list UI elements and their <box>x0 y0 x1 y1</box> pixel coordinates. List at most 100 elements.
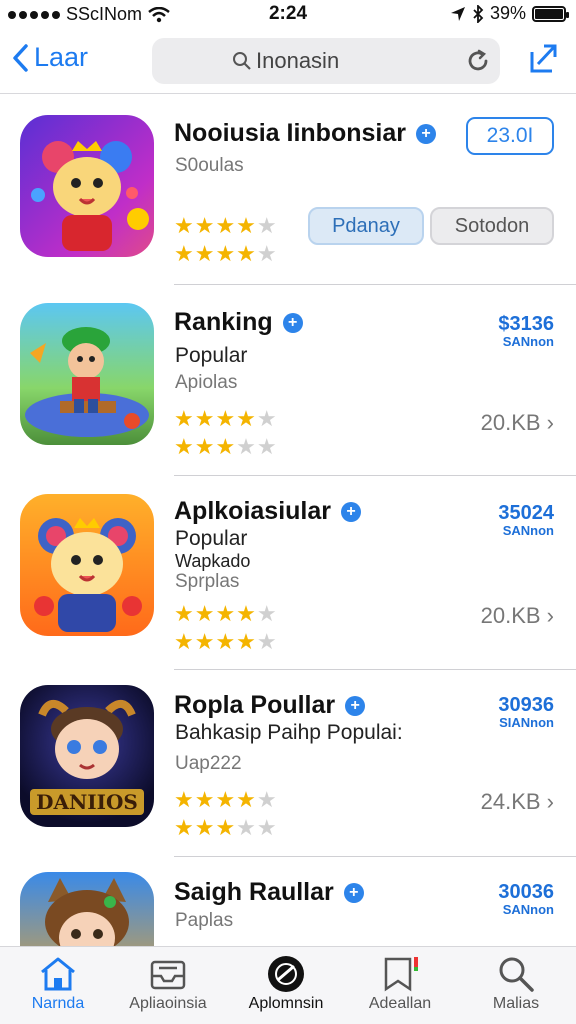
chevron-right-icon: › <box>546 410 554 435</box>
price-note: SANnon <box>502 902 554 917</box>
star-rating: ★★★★★ <box>174 213 278 238</box>
row-divider <box>174 284 576 285</box>
star-rating-secondary: ★★★★★ <box>174 629 278 654</box>
reload-icon[interactable] <box>466 49 490 73</box>
app-title-text: Nooiusia Iinbonsiar <box>174 119 406 147</box>
price-value: $3136 <box>498 313 554 335</box>
app-title-text: Aplkoiasiular <box>174 497 331 525</box>
price-label[interactable]: 35024 SANnon <box>498 503 554 539</box>
svg-text:DANIIOS: DANIIOS <box>36 790 138 814</box>
verified-badge-icon: + <box>282 312 303 333</box>
tab-home[interactable]: Narnda <box>0 953 116 1013</box>
tab-inbox[interactable]: Apliaoinsia <box>110 953 226 1013</box>
bluetooth-icon <box>473 4 484 23</box>
row-divider <box>174 669 576 670</box>
star-rating-secondary: ★★★★★ <box>174 815 278 840</box>
app-icon <box>20 872 154 946</box>
app-title-text: Saigh Raullar <box>174 878 334 906</box>
secondary-button[interactable]: Sotodon <box>430 207 554 245</box>
star-rating: ★★★★★ <box>174 406 278 431</box>
app-subtitle: Paplas <box>175 910 234 931</box>
bookmark-icon <box>342 953 458 995</box>
chevron-left-icon <box>13 43 28 72</box>
game-character-image <box>45 878 129 946</box>
app-icon <box>20 303 154 445</box>
tab-bookmark[interactable]: Adeallan <box>342 953 458 1013</box>
download-size: 20.KB › <box>481 603 554 629</box>
price-label[interactable]: 30036 SANnon <box>498 882 554 918</box>
search-icon <box>458 953 574 995</box>
chevron-right-icon: › <box>546 603 554 628</box>
app-title: Ranking + <box>174 308 303 337</box>
price-button[interactable]: 23.0I <box>466 117 554 155</box>
price-value: 35024 <box>498 502 554 524</box>
tab-bar: Narnda Apliaoinsia Aplomnsin Adeallan Ma… <box>0 946 576 1024</box>
game-character-image <box>25 327 149 437</box>
back-button[interactable]: Laar <box>12 42 88 73</box>
list-item[interactable]: Nooiusia Iinbonsiar + S0oulas 23.0I ★★★★★… <box>0 95 576 285</box>
app-subtitle: Uap222 <box>175 753 242 774</box>
search-field[interactable]: Inonasin <box>152 38 500 84</box>
list-item[interactable]: Saigh Raullar + Paplas 30036 SANnon <box>0 858 576 946</box>
update-button[interactable]: Pdanay <box>308 207 424 245</box>
size-value: 20.KB <box>480 410 541 435</box>
search-placeholder: Inonasin <box>256 48 340 73</box>
navigation-bar: Laar Inonasin <box>0 30 576 94</box>
tab-label: Narnda <box>31 995 85 1012</box>
search-icon <box>233 52 251 70</box>
status-bar: SScINom 2:24 39% <box>0 0 576 30</box>
inbox-icon <box>110 953 226 995</box>
tab-search[interactable]: Malias <box>458 953 574 1013</box>
verified-badge-icon: + <box>343 882 364 903</box>
size-value: 24.KB <box>480 789 541 814</box>
app-subtitle: S0oulas <box>175 155 244 176</box>
app-subtitle: Sprplas <box>175 571 240 592</box>
tab-label: Malias <box>492 995 540 1012</box>
app-title-text: Ropla Poullar <box>174 691 336 719</box>
tab-label: Adeallan <box>368 995 432 1012</box>
size-value: 20.KB <box>480 603 541 628</box>
star-rating-secondary: ★★★★★ <box>174 241 278 266</box>
app-category: Popular <box>175 344 248 367</box>
row-divider <box>174 475 576 476</box>
app-title: Ropla Poullar + <box>174 691 366 720</box>
app-title-text: Ranking <box>174 308 273 336</box>
price-label[interactable]: 30936 SIANnon <box>498 695 554 731</box>
verified-badge-icon: + <box>345 695 366 716</box>
app-icon <box>20 494 154 636</box>
app-title: Nooiusia Iinbonsiar + <box>174 119 436 148</box>
price-note: SANnon <box>502 334 554 349</box>
app-category: Popular <box>175 527 248 550</box>
status-right: 39% <box>450 3 569 24</box>
tab-label: Aplomnsin <box>248 995 324 1012</box>
star-rating: ★★★★★ <box>174 787 278 812</box>
share-icon[interactable] <box>528 42 558 74</box>
location-arrow-icon <box>450 6 465 21</box>
app-developer: Wapkado <box>175 551 251 571</box>
mascot-image <box>34 518 142 632</box>
price-label[interactable]: $3136 SANnon <box>498 314 554 350</box>
download-size: 20.KB › <box>481 410 554 436</box>
price-value: 30936 <box>498 694 554 716</box>
compass-icon <box>228 953 344 995</box>
battery-percent: 39% <box>489 3 526 23</box>
list-item[interactable]: Ranking + Popular Apiolas $3136 SANnon 20.… <box>0 286 576 476</box>
verified-badge-icon: + <box>341 501 361 522</box>
app-category: Bahkasip Paihp Populai: <box>175 721 403 744</box>
tab-compass[interactable]: Aplomnsin <box>228 953 344 1013</box>
home-icon <box>0 953 116 995</box>
verified-badge-icon: + <box>415 123 436 144</box>
price-note: SANnon <box>502 523 554 538</box>
battery-icon <box>532 5 569 22</box>
mascot-image <box>31 141 149 251</box>
download-size: 24.KB › <box>481 789 554 815</box>
app-icon: DANIIOS <box>20 685 154 827</box>
star-rating-secondary: ★★★★★ <box>174 434 278 459</box>
list-item[interactable]: DANIIOS Ropla Poullar + Bahkasip Paihp Po… <box>0 671 576 857</box>
chevron-right-icon: › <box>546 789 554 814</box>
list-item[interactable]: Aplkoiasiular + Popular Wapkado Sprplas 3… <box>0 477 576 670</box>
star-rating: ★★★★★ <box>174 601 278 626</box>
price-value: 30036 <box>498 881 554 903</box>
tab-label: Apliaoinsia <box>129 995 207 1012</box>
app-icon <box>20 115 154 257</box>
